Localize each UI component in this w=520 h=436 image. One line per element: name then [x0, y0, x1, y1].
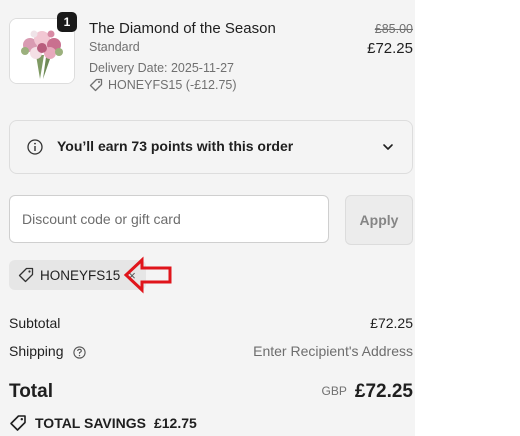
original-price: £85.00 [374, 22, 413, 36]
line-item: 1 The Diamond of the Season Standard Del… [9, 12, 413, 98]
delivery-date: Delivery Date: 2025-11-27 [89, 61, 234, 75]
total-label: Total [9, 381, 53, 402]
total-row: Total GBP £72.25 [9, 381, 413, 403]
points-banner[interactable]: You’ll earn 73 points with this order [9, 120, 413, 174]
tag-icon [18, 267, 34, 283]
tag-icon [89, 78, 103, 92]
tag-icon [10, 415, 26, 431]
apply-button[interactable]: Apply [345, 195, 413, 245]
shipping-value: Enter Recipient's Address [253, 343, 413, 359]
discount-code-input[interactable] [9, 195, 329, 243]
total-value: £72.25 [354, 381, 413, 402]
shipping-row: Shipping Enter Recipient's Address [9, 343, 413, 359]
savings-label: TOTAL SAVINGS [35, 415, 146, 431]
annotation-arrow-icon [123, 256, 172, 294]
quantity-badge: 1 [57, 12, 77, 32]
shipping-label: Shipping [9, 343, 64, 359]
total-amount: GBP £72.25 [322, 381, 413, 403]
line-discount-text: HONEYFS15 (-£12.75) [108, 78, 237, 92]
line-discount: HONEYFS15 (-£12.75) [89, 78, 237, 92]
help-icon[interactable] [73, 346, 87, 359]
order-summary-panel: 1 The Diamond of the Season Standard Del… [0, 0, 415, 436]
info-icon [27, 139, 43, 155]
subtotal-row: Subtotal £72.25 [9, 315, 413, 331]
product-variant: Standard [89, 40, 140, 54]
chevron-down-icon[interactable] [382, 141, 394, 153]
product-name: The Diamond of the Season [89, 20, 276, 37]
currency-code: GBP [321, 384, 347, 398]
savings-value: £12.75 [153, 415, 197, 431]
subtotal-label: Subtotal [9, 315, 61, 331]
points-text: You’ll earn 73 points with this order [57, 138, 294, 154]
applied-code: HONEYFS15 [40, 267, 121, 283]
subtotal-value: £72.25 [370, 315, 413, 331]
line-price: £72.25 [367, 40, 413, 57]
total-savings: TOTAL SAVINGS £12.75 [9, 414, 197, 432]
